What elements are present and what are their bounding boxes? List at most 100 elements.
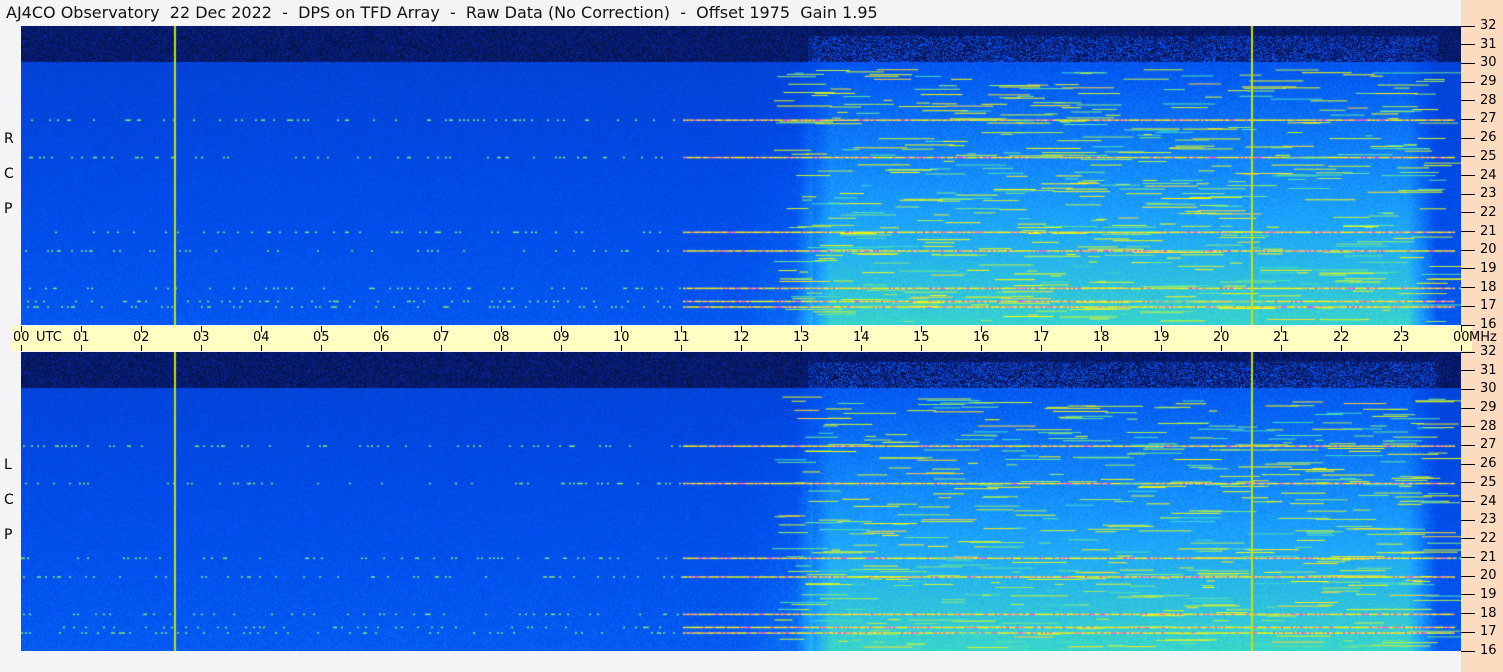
y-tick bbox=[1461, 81, 1475, 83]
y-tick-label: 23 bbox=[1480, 186, 1497, 202]
x-tick bbox=[740, 345, 742, 351]
x-tick-label: 13 bbox=[793, 330, 810, 345]
x-tick-label: 20 bbox=[1213, 330, 1230, 345]
y-tick-label: 16 bbox=[1480, 317, 1497, 332]
x-tick bbox=[860, 345, 862, 351]
x-tick bbox=[200, 345, 202, 351]
y-tick bbox=[1461, 501, 1475, 502]
x-tick-label: 10 bbox=[613, 330, 630, 345]
y-tick bbox=[1461, 463, 1475, 465]
lcp-spectrogram bbox=[21, 352, 1461, 651]
x-tick-label: 22 bbox=[1333, 330, 1350, 345]
x-tick-label: 09 bbox=[553, 330, 570, 345]
y-tick-label: 32 bbox=[1480, 18, 1497, 33]
y-unit-label: MHz bbox=[1469, 330, 1497, 345]
x-tick bbox=[500, 345, 502, 351]
y-tick bbox=[1461, 175, 1475, 176]
x-tick bbox=[260, 345, 262, 351]
y-tick bbox=[1461, 324, 1475, 326]
x-tick bbox=[1100, 345, 1102, 351]
y-tick bbox=[1461, 407, 1475, 409]
y-tick-label: 29 bbox=[1480, 400, 1497, 416]
y-tick bbox=[1461, 631, 1475, 633]
x-tick-label: 05 bbox=[313, 330, 330, 345]
y-tick bbox=[1461, 268, 1475, 270]
y-tick bbox=[1461, 557, 1475, 559]
spectrogram-window: AJ4CO Observatory 22 Dec 2022 - DPS on T… bbox=[0, 0, 1503, 672]
y-tick-label: 31 bbox=[1480, 362, 1497, 378]
x-tick bbox=[920, 345, 922, 351]
x-tick-label: 12 bbox=[733, 330, 750, 345]
x-tick bbox=[80, 345, 82, 351]
polarization-label: C bbox=[4, 166, 14, 182]
x-tick bbox=[680, 345, 682, 351]
y-tick bbox=[1461, 575, 1475, 577]
y-tick bbox=[1461, 370, 1475, 372]
y-tick-label: 22 bbox=[1480, 530, 1497, 546]
y-tick bbox=[1461, 287, 1475, 289]
y-tick bbox=[1461, 305, 1475, 307]
y-tick bbox=[1461, 249, 1475, 251]
y-tick-label: 21 bbox=[1480, 223, 1497, 239]
x-tick bbox=[1460, 345, 1462, 351]
x-tick bbox=[1160, 345, 1162, 351]
y-tick-label: 26 bbox=[1480, 456, 1497, 472]
x-tick-label: 18 bbox=[1093, 330, 1110, 345]
polarization-label: P bbox=[4, 527, 13, 543]
y-tick-label: 21 bbox=[1480, 549, 1497, 565]
y-tick bbox=[1461, 613, 1475, 615]
x-tick-label: 08 bbox=[493, 330, 510, 345]
y-tick-label: 28 bbox=[1480, 92, 1497, 108]
x-tick bbox=[1040, 345, 1042, 351]
y-tick-label: 31 bbox=[1480, 36, 1497, 52]
y-tick-label: 24 bbox=[1480, 493, 1497, 509]
x-tick bbox=[380, 345, 382, 351]
y-tick bbox=[1461, 388, 1475, 390]
y-tick-label: 16 bbox=[1480, 643, 1497, 658]
y-tick-label: 30 bbox=[1480, 55, 1497, 71]
y-tick bbox=[1461, 25, 1475, 27]
y-tick bbox=[1461, 137, 1475, 139]
y-tick bbox=[1461, 44, 1475, 46]
chart-title: AJ4CO Observatory 22 Dec 2022 - DPS on T… bbox=[6, 3, 878, 22]
y-tick-label: 18 bbox=[1480, 279, 1497, 295]
y-tick-label: 20 bbox=[1480, 568, 1497, 584]
y-tick-label: 19 bbox=[1480, 260, 1497, 276]
y-tick bbox=[1461, 231, 1475, 233]
x-tick-label: 21 bbox=[1273, 330, 1290, 345]
polarization-label: C bbox=[4, 492, 14, 508]
x-tick-label: 14 bbox=[853, 330, 870, 345]
y-tick-label: 17 bbox=[1480, 298, 1497, 314]
y-tick-label: 20 bbox=[1480, 242, 1497, 258]
y-tick bbox=[1461, 426, 1475, 428]
x-tick-label: 07 bbox=[433, 330, 450, 345]
y-tick-label: 26 bbox=[1480, 130, 1497, 146]
x-tick-label: 00 bbox=[1453, 330, 1470, 345]
y-tick bbox=[1461, 351, 1475, 353]
y-tick-label: 30 bbox=[1480, 381, 1497, 397]
x-tick bbox=[20, 345, 22, 351]
y-tick-label: 24 bbox=[1480, 167, 1497, 183]
x-tick bbox=[1400, 345, 1402, 351]
y-tick bbox=[1461, 538, 1475, 540]
y-tick-label: 28 bbox=[1480, 418, 1497, 434]
y-tick bbox=[1461, 193, 1475, 195]
x-tick bbox=[440, 345, 442, 351]
rcp-spectrogram bbox=[21, 26, 1461, 325]
y-tick bbox=[1461, 62, 1475, 64]
x-tick-label: 01 bbox=[73, 330, 90, 345]
y-tick bbox=[1461, 212, 1475, 214]
x-unit-label: UTC bbox=[36, 330, 62, 345]
x-tick-label: 16 bbox=[973, 330, 990, 345]
y-tick-label: 27 bbox=[1480, 437, 1497, 453]
polarization-label: P bbox=[4, 201, 13, 217]
y-tick-label: 32 bbox=[1480, 344, 1497, 359]
x-tick-label: 11 bbox=[673, 330, 690, 345]
y-tick bbox=[1461, 650, 1475, 652]
x-tick-label: 02 bbox=[133, 330, 150, 345]
x-tick bbox=[800, 345, 802, 351]
y-tick-label: 19 bbox=[1480, 586, 1497, 602]
polarization-label: L bbox=[4, 457, 12, 473]
y-tick bbox=[1461, 156, 1475, 158]
y-tick bbox=[1461, 100, 1475, 102]
